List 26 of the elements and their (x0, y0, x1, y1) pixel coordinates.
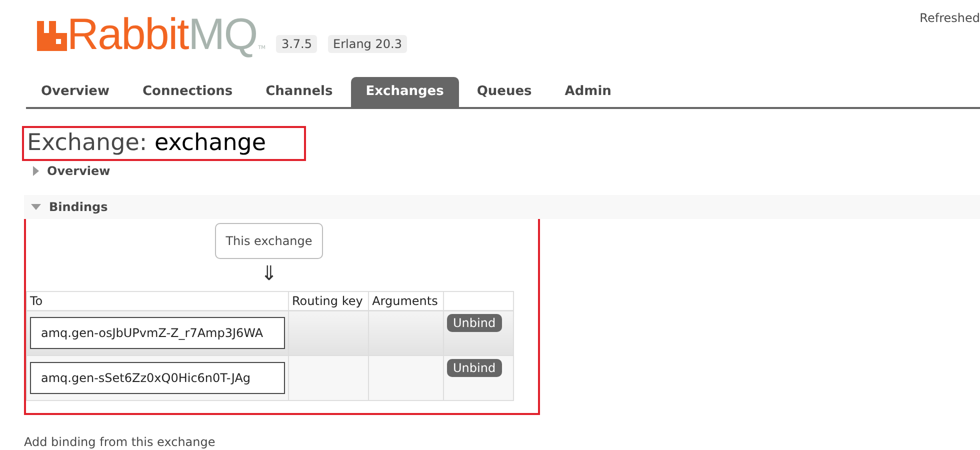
section-toggle[interactable]: Bindings (24, 200, 108, 214)
nav-tab[interactable]: Admin (550, 77, 626, 107)
add-binding-link[interactable]: Add binding from this exchange (24, 435, 216, 449)
collapse-icon (31, 204, 41, 210)
column-header: Routing key (288, 292, 369, 310)
version-badge: 3.7.5 (276, 35, 317, 53)
section-title: Overview (47, 164, 110, 178)
nav-tab[interactable]: Overview (26, 77, 125, 107)
section-title: Bindings (49, 200, 108, 214)
unbind-button[interactable]: Unbind (447, 314, 502, 332)
nav-tab[interactable]: Exchanges (350, 77, 459, 107)
column-header: To (26, 292, 288, 310)
unbind-button[interactable]: Unbind (447, 359, 502, 377)
nav-tab[interactable]: Connections (128, 77, 248, 107)
expand-icon (33, 166, 39, 176)
refreshed-text: Refreshed (920, 11, 980, 25)
logo-icon (37, 21, 67, 51)
section-toggle[interactable]: Overview (24, 164, 110, 178)
source-node: This exchange (214, 223, 324, 259)
arrow-glyph: ⇓ (260, 261, 278, 285)
nav-tab[interactable]: Channels (250, 77, 348, 107)
page-title: Exchange: exchange (22, 126, 306, 161)
nav-tab[interactable]: Queues (462, 77, 547, 107)
version-badge: Erlang 20.3 (328, 35, 407, 53)
queue-link[interactable]: amq.gen-sSet6Zz0xQ0Hic6n0T-JAg (30, 362, 285, 394)
queue-link[interactable]: amq.gen-osJbUPvmZ-Z_r7Amp3J6WA (30, 317, 285, 349)
